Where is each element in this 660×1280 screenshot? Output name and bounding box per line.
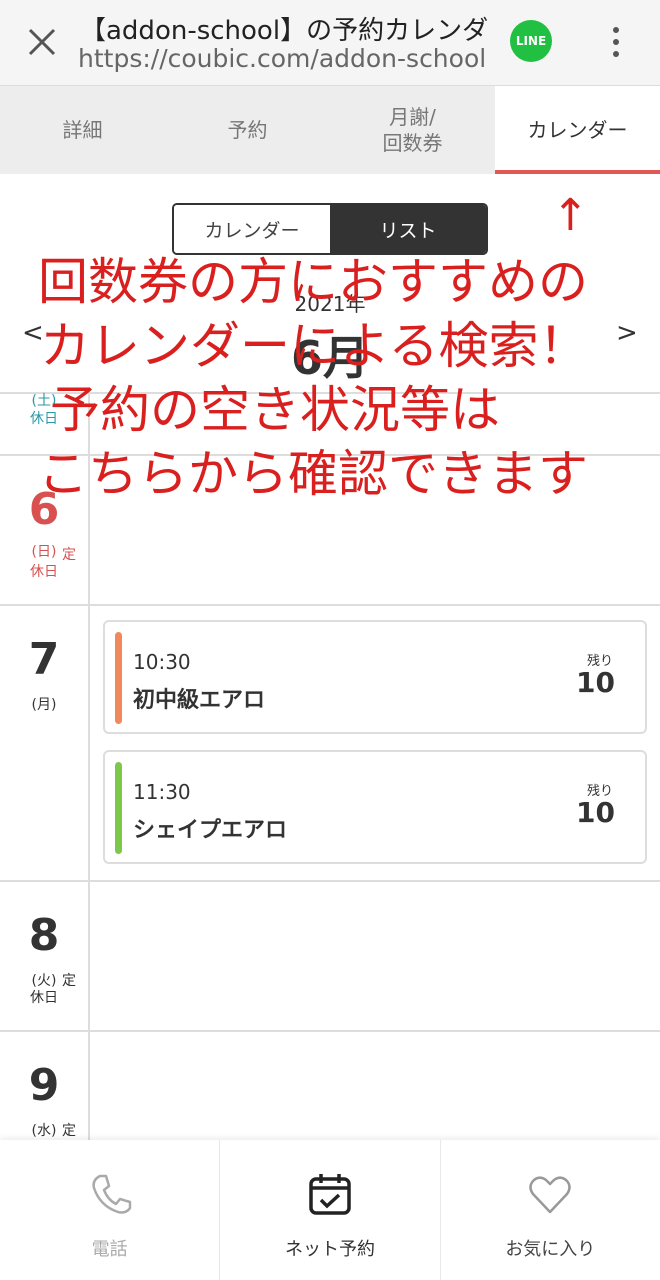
annotation-line: こちらから確認できます (38, 445, 588, 503)
net-reserve-button[interactable]: ネット予約 (219, 1140, 439, 1280)
tab-bar: 詳細 予約 月謝/ 回数券 カレンダー (0, 86, 660, 174)
annotation-line: 回数券の方におすすめの (38, 253, 588, 311)
slot-time: 11:30 (133, 780, 191, 804)
calendar-view-button[interactable]: カレンダー (174, 205, 330, 253)
tab-reserve[interactable]: 予約 (165, 86, 330, 174)
weekday-label: (月) (31, 697, 57, 713)
favorite-label: お気に入り (505, 1239, 596, 1260)
line-share-button[interactable]: LINE (510, 20, 552, 62)
tab-details[interactable]: 詳細 (0, 86, 165, 174)
close-icon[interactable] (22, 22, 62, 62)
page-url: https://coubic.com/addon-school (78, 44, 487, 73)
holiday-label: 休日 (30, 564, 58, 580)
day-cell: 7 (月) (0, 606, 90, 882)
day-cell: 8 (火) 定 休日 (0, 882, 90, 1032)
more-menu-icon[interactable] (604, 22, 628, 62)
lesson-slot[interactable]: 11:30 シェイプエアロ 残り 10 (103, 750, 647, 864)
day-row: 8 (火) 定 休日 (0, 880, 660, 1032)
phone-label: 電話 (91, 1239, 128, 1260)
next-month-button[interactable]: > (616, 318, 638, 348)
list-view-button[interactable]: リスト (330, 205, 486, 253)
remaining-count: 10 (576, 796, 615, 829)
slot-name: 初中級エアロ (133, 688, 266, 713)
view-toggle: カレンダー リスト (172, 203, 488, 255)
day-number: 7 (28, 634, 60, 685)
bottom-nav: 電話 ネット予約 お気に入り (0, 1140, 660, 1280)
tab-tickets[interactable]: 月謝/ 回数券 (330, 86, 495, 174)
day-number: 8 (28, 910, 60, 961)
phone-button[interactable]: 電話 (0, 1140, 219, 1280)
slot-color-bar (115, 762, 122, 854)
calendar-check-icon (306, 1170, 354, 1222)
day-row: 9 (水) 定 (0, 1030, 660, 1142)
holiday-label: 定 (62, 1123, 76, 1139)
slot-name: シェイプエアロ (133, 818, 288, 843)
annotation-line: 予約の空き状況等は (50, 381, 500, 439)
tab-calendar[interactable]: カレンダー (495, 86, 660, 174)
slot-color-bar (115, 632, 122, 724)
day-cell: 9 (水) 定 (0, 1032, 90, 1142)
annotation-line: カレンダーによる検索！ (40, 317, 589, 375)
remaining-count: 10 (576, 666, 615, 699)
day-number: 9 (28, 1060, 60, 1111)
holiday-label: 休日 (30, 990, 58, 1006)
phone-icon (86, 1170, 134, 1222)
page-title: 【addon-school】の予約カレンダ… (80, 16, 490, 46)
favorite-button[interactable]: お気に入り (439, 1140, 660, 1280)
day-row: 7 (月) 10:30 初中級エアロ 残り 10 11:30 シェイプエアロ 残… (0, 604, 660, 882)
annotation-arrow: ↑ (552, 190, 589, 241)
slot-time: 10:30 (133, 650, 191, 674)
heart-icon (526, 1170, 574, 1222)
lesson-slot[interactable]: 10:30 初中級エアロ 残り 10 (103, 620, 647, 734)
net-reserve-label: ネット予約 (284, 1239, 375, 1260)
